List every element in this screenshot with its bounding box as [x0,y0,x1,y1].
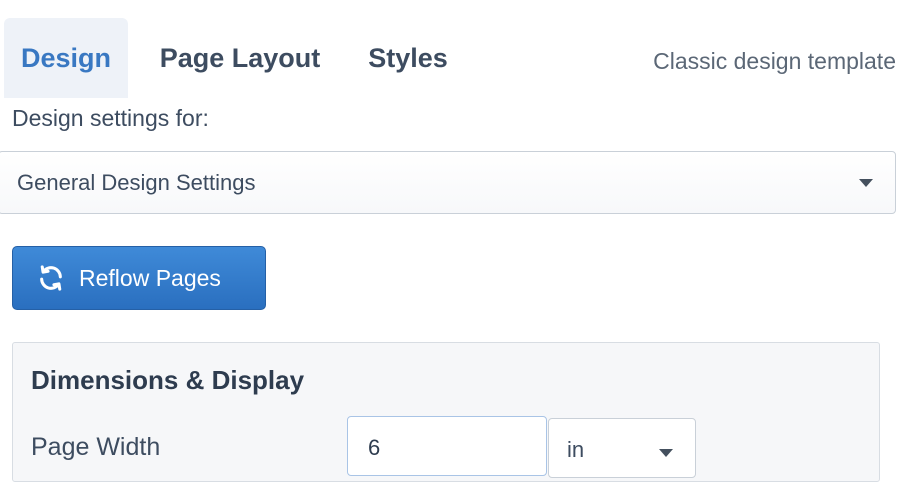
chevron-down-icon [859,179,873,187]
panel-title: Dimensions & Display [31,365,305,395]
design-settings-selected-value: General Design Settings [17,169,256,195]
design-settings-label: Design settings for: [12,105,209,131]
tab-page-layout[interactable]: Page Layout [150,18,330,98]
design-settings-select[interactable]: General Design Settings [0,151,896,214]
page-width-input[interactable]: 6 [347,416,547,476]
tab-bar: Design Page Layout Styles Classic design… [0,0,914,100]
page-width-unit-select[interactable]: in [548,418,696,478]
tab-styles[interactable]: Styles [358,18,458,98]
template-name: Classic design template [653,48,896,74]
page-width-unit-value: in [567,437,585,462]
dimensions-display-panel: Dimensions & Display Page Width 6 in [12,342,880,482]
reflow-pages-label: Reflow Pages [79,264,221,291]
refresh-icon [40,265,62,291]
tab-design[interactable]: Design [4,18,128,98]
reflow-pages-button[interactable]: Reflow Pages [12,246,266,310]
chevron-down-icon [659,449,673,457]
